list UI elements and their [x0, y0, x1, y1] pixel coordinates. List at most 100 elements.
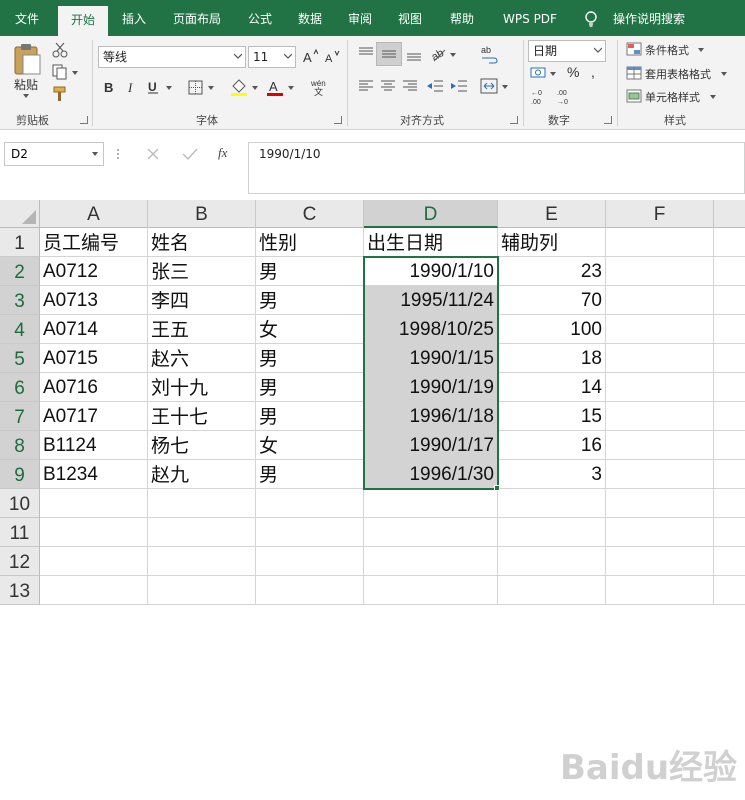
tab-file[interactable]: 文件	[4, 0, 50, 36]
bold-icon[interactable]: B	[102, 80, 116, 94]
cell-c4[interactable]: 女	[256, 315, 364, 344]
merge-center-icon[interactable]	[480, 78, 498, 94]
cell-styles-label[interactable]: 单元格样式	[645, 89, 700, 105]
row-header-13[interactable]: 13	[0, 576, 40, 605]
percent-style-button[interactable]: %	[567, 64, 579, 80]
cell-d11[interactable]	[364, 518, 498, 547]
cell-a6[interactable]: A0716	[40, 373, 148, 402]
cell-f4[interactable]	[606, 315, 714, 344]
tab-help[interactable]: 帮助	[440, 0, 484, 36]
cell-c3[interactable]: 男	[256, 286, 364, 315]
format-painter-icon[interactable]	[52, 86, 68, 102]
cell-b12[interactable]	[148, 547, 256, 576]
cell-a12[interactable]	[40, 547, 148, 576]
tab-insert[interactable]: 插入	[112, 0, 156, 36]
cell-e10[interactable]	[498, 489, 606, 518]
merge-dropdown-icon[interactable]	[502, 85, 508, 89]
row-header-3[interactable]: 3	[0, 286, 40, 315]
cell-c6[interactable]: 男	[256, 373, 364, 402]
cancel-icon[interactable]	[146, 147, 160, 161]
tell-me-search[interactable]: 操作说明搜索	[604, 0, 694, 36]
paste-label[interactable]: 粘贴	[14, 76, 38, 93]
cell-b6[interactable]: 刘十九	[148, 373, 256, 402]
cell-d5[interactable]: 1990/1/15	[364, 344, 498, 373]
cell-e5[interactable]: 18	[498, 344, 606, 373]
cell-e2[interactable]: 23	[498, 257, 606, 286]
cell-c13[interactable]	[256, 576, 364, 605]
accounting-format-icon[interactable]	[530, 66, 548, 80]
cell-g13[interactable]	[714, 576, 745, 605]
cell-e8[interactable]: 16	[498, 431, 606, 460]
number-launcher[interactable]	[604, 116, 612, 124]
cell-d13[interactable]	[364, 576, 498, 605]
wrap-text-icon[interactable]: ab	[480, 44, 498, 64]
number-format-select[interactable]: 日期	[528, 40, 606, 62]
cell-d4[interactable]: 1998/10/25	[364, 315, 498, 344]
tab-page-layout[interactable]: 页面布局	[160, 0, 234, 36]
row-header-6[interactable]: 6	[0, 373, 40, 402]
cell-d1[interactable]: 出生日期	[364, 228, 498, 257]
cell-b13[interactable]	[148, 576, 256, 605]
cell-d10[interactable]	[364, 489, 498, 518]
cell-b2[interactable]: 张三	[148, 257, 256, 286]
cell-c12[interactable]	[256, 547, 364, 576]
cell-c10[interactable]	[256, 489, 364, 518]
name-box-dropdown-icon[interactable]	[92, 152, 98, 156]
cell-e9[interactable]: 3	[498, 460, 606, 489]
orientation-icon[interactable]: ab	[428, 44, 448, 64]
font-color-icon[interactable]: A	[266, 78, 284, 96]
cell-e13[interactable]	[498, 576, 606, 605]
cell-b11[interactable]	[148, 518, 256, 547]
italic-icon[interactable]: I	[124, 80, 138, 94]
cut-icon[interactable]	[52, 42, 68, 58]
decrease-font-size-icon[interactable]: A	[324, 48, 340, 64]
phonetic-guide-icon[interactable]: wén文	[310, 78, 330, 96]
cell-d9[interactable]: 1996/1/30	[364, 460, 498, 489]
cell-a3[interactable]: A0713	[40, 286, 148, 315]
cell-f10[interactable]	[606, 489, 714, 518]
copy-dropdown-icon[interactable]	[72, 71, 78, 75]
formula-input[interactable]: 1990/1/10	[248, 142, 745, 194]
cell-f11[interactable]	[606, 518, 714, 547]
cell-b10[interactable]	[148, 489, 256, 518]
cell-d2[interactable]: 1990/1/10	[364, 257, 498, 286]
chevron-down-icon[interactable]	[710, 95, 716, 99]
cell-e3[interactable]: 70	[498, 286, 606, 315]
cell-f3[interactable]	[606, 286, 714, 315]
cell-d7[interactable]: 1996/1/18	[364, 402, 498, 431]
cell-g10[interactable]	[714, 489, 745, 518]
cell-e4[interactable]: 100	[498, 315, 606, 344]
comma-style-icon[interactable]: ,	[588, 66, 604, 80]
cell-g7[interactable]	[714, 402, 745, 431]
column-header-e[interactable]: E	[498, 200, 606, 228]
align-right-icon[interactable]	[402, 78, 418, 94]
cell-d8[interactable]: 1990/1/17	[364, 431, 498, 460]
cell-f7[interactable]	[606, 402, 714, 431]
cell-f6[interactable]	[606, 373, 714, 402]
cell-b3[interactable]: 李四	[148, 286, 256, 315]
row-header-5[interactable]: 5	[0, 344, 40, 373]
name-box[interactable]: D2	[4, 142, 104, 166]
cell-g3[interactable]	[714, 286, 745, 315]
cell-a11[interactable]	[40, 518, 148, 547]
cell-b4[interactable]: 王五	[148, 315, 256, 344]
cell-e1[interactable]: 辅助列	[498, 228, 606, 257]
cell-g6[interactable]	[714, 373, 745, 402]
cell-a10[interactable]	[40, 489, 148, 518]
cell-b7[interactable]: 王十七	[148, 402, 256, 431]
align-left-icon[interactable]	[358, 78, 374, 94]
tab-wps-pdf[interactable]: WPS PDF	[494, 0, 566, 36]
cell-g1[interactable]	[714, 228, 745, 257]
tab-data[interactable]: 数据	[288, 0, 332, 36]
align-bottom-icon[interactable]	[406, 46, 422, 62]
clipboard-launcher[interactable]	[80, 116, 88, 124]
cell-g5[interactable]	[714, 344, 745, 373]
cell-g4[interactable]	[714, 315, 745, 344]
format-as-table-label[interactable]: 套用表格格式	[645, 66, 711, 82]
cell-f5[interactable]	[606, 344, 714, 373]
chevron-down-icon[interactable]	[698, 48, 704, 52]
conditional-formatting-icon[interactable]	[626, 42, 642, 56]
row-header-4[interactable]: 4	[0, 315, 40, 344]
increase-decimal-icon[interactable]: ←0.00	[530, 88, 550, 106]
cell-b5[interactable]: 赵六	[148, 344, 256, 373]
